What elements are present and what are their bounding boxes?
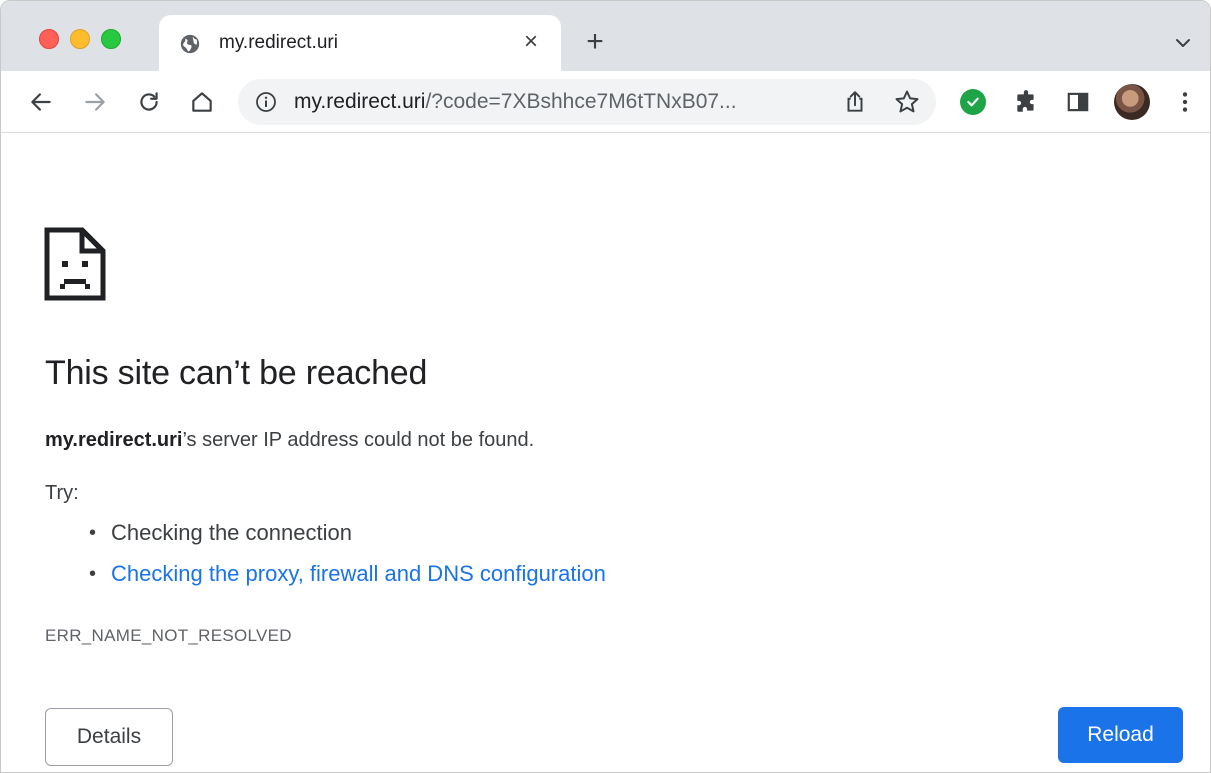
url-path: /?code=7XBshhce7M6tTNxB07... [425,90,737,113]
close-tab-icon[interactable]: × [517,28,545,56]
extension-check-icon[interactable] [960,89,986,115]
more-menu-icon[interactable] [1170,87,1200,117]
tab-active[interactable]: my.redirect.uri × [159,15,561,71]
error-code: ERR_NAME_NOT_RESOLVED [45,626,292,645]
puzzle-icon[interactable] [1011,87,1041,117]
details-button[interactable]: Details [45,708,173,766]
page-title: This site can’t be reached [45,354,428,392]
tab-strip: my.redirect.uri × + [1,1,1210,71]
sad-document-icon [44,227,106,301]
url-text[interactable]: my.redirect.uri/?code=7XBshhce7M6tTNxB07… [294,90,737,114]
share-icon[interactable] [842,89,868,115]
avatar[interactable] [1114,84,1150,120]
globe-icon [180,34,200,54]
back-arrow-icon[interactable] [26,87,56,117]
error-page: This site can’t be reached my.redirect.u… [1,134,1210,772]
maximize-window-button[interactable] [101,29,121,49]
browser-window: my.redirect.uri × + my.redirect.uri/?cod… [0,0,1211,773]
suggestion-list: Checking the connection Checking the pro… [89,518,606,600]
side-panel-icon[interactable] [1063,87,1093,117]
url-host: my.redirect.uri [294,90,426,113]
tab-title: my.redirect.uri [219,32,338,53]
suggestion-check-connection: Checking the connection [89,518,606,559]
close-window-button[interactable] [39,29,59,49]
reload-button[interactable]: Reload [1058,707,1183,763]
info-icon[interactable] [254,90,278,114]
error-host: my.redirect.uri [45,429,183,451]
forward-arrow-icon[interactable] [80,87,110,117]
home-icon[interactable] [187,87,217,117]
chevron-down-icon[interactable] [1171,31,1195,55]
error-message-rest: ’s server IP address could not be found. [182,429,535,451]
toolbar: my.redirect.uri/?code=7XBshhce7M6tTNxB07… [1,71,1210,133]
suggestion-proxy-link[interactable]: Checking the proxy, firewall and DNS con… [89,559,606,600]
address-bar[interactable]: my.redirect.uri/?code=7XBshhce7M6tTNxB07… [238,79,936,125]
star-icon[interactable] [893,88,921,116]
try-label: Try: [45,482,79,504]
minimize-window-button[interactable] [70,29,90,49]
new-tab-button[interactable]: + [581,27,609,57]
reload-icon[interactable] [134,87,164,117]
window-controls [39,29,121,49]
error-message: my.redirect.uri’s server IP address coul… [45,429,534,452]
